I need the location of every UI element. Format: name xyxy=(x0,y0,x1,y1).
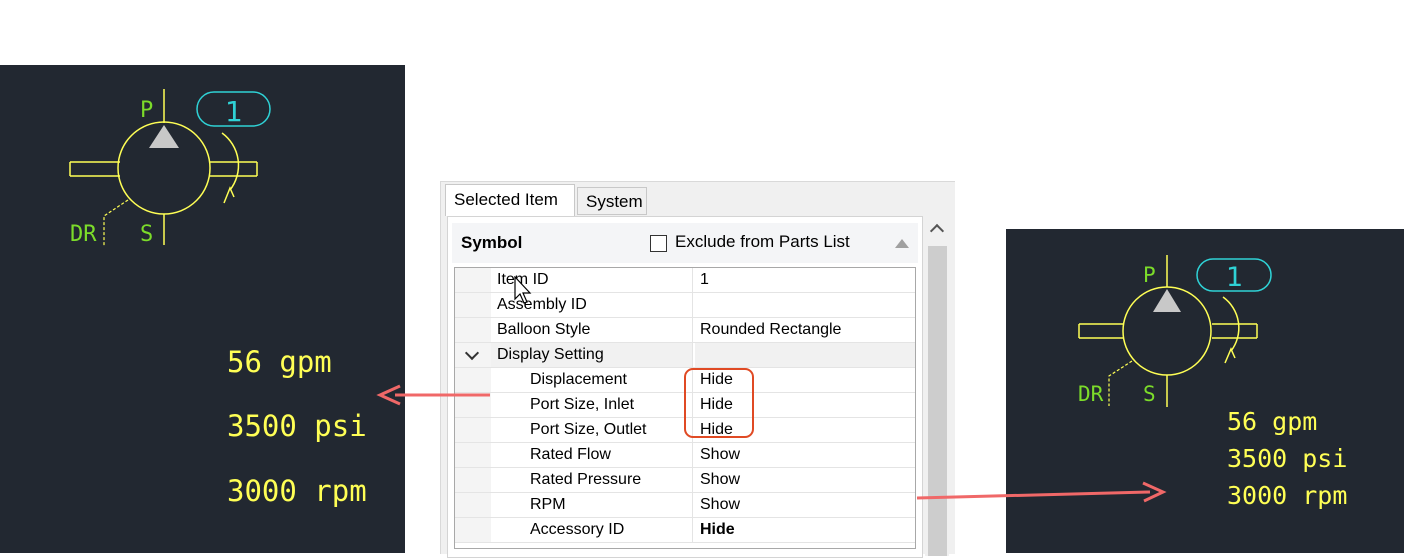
symbol-section-header: Symbol Exclude from Parts List xyxy=(452,223,918,263)
balloon-number: 1 xyxy=(1226,262,1243,293)
property-name: Rated Flow xyxy=(491,443,693,467)
property-row-rated-flow[interactable]: Rated Flow Show xyxy=(455,443,915,468)
pressure-text: 3500 psi xyxy=(1227,444,1348,473)
property-name: Accessory ID xyxy=(491,518,693,542)
property-row-rated-pressure[interactable]: Rated Pressure Show xyxy=(455,468,915,493)
mouse-cursor-icon xyxy=(514,276,532,304)
property-name: Port Size, Outlet xyxy=(491,418,693,442)
balloon-number: 1 xyxy=(225,95,243,128)
property-value[interactable]: Show xyxy=(695,493,915,517)
speed-text: 3000 rpm xyxy=(227,474,367,508)
port-p-label: P xyxy=(140,98,153,123)
port-s-label: S xyxy=(1143,382,1156,406)
category-name: Display Setting xyxy=(491,343,693,367)
section-title: Symbol xyxy=(461,233,523,252)
property-name: Balloon Style xyxy=(491,318,693,342)
property-name: Port Size, Inlet xyxy=(491,393,693,417)
property-value[interactable]: Hide xyxy=(695,518,915,542)
property-name: RPM xyxy=(491,493,693,517)
property-name: Rated Pressure xyxy=(491,468,693,492)
property-row-balloon-style[interactable]: Balloon Style Rounded Rectangle xyxy=(455,318,915,343)
scroll-thumb[interactable] xyxy=(928,246,947,556)
exclude-parts-label[interactable]: Exclude from Parts List xyxy=(675,232,850,252)
speed-text: 3000 rpm xyxy=(1227,481,1348,510)
chevron-down-icon[interactable] xyxy=(464,345,480,361)
tab-system[interactable]: System xyxy=(577,187,647,215)
flow-text: 56 gpm xyxy=(227,345,332,379)
property-value[interactable] xyxy=(695,293,915,317)
vertical-scrollbar[interactable] xyxy=(925,216,949,556)
cad-drawing-left: P DR S 1 56 gpm 3500 psi 3000 rpm xyxy=(0,65,405,553)
hidden-values-highlight xyxy=(684,368,754,438)
property-value xyxy=(695,343,915,367)
property-row-rpm[interactable]: RPM Show xyxy=(455,493,915,518)
property-value[interactable]: Rounded Rectangle xyxy=(695,318,915,342)
exclude-parts-checkbox[interactable] xyxy=(650,235,667,252)
property-name: Displacement xyxy=(491,368,693,392)
tab-selected-item[interactable]: Selected Item xyxy=(445,184,575,216)
pressure-text: 3500 psi xyxy=(227,409,367,443)
property-category-display-setting[interactable]: Display Setting xyxy=(455,343,915,368)
port-p-label: P xyxy=(1143,263,1156,287)
flow-text: 56 gpm xyxy=(1227,407,1318,436)
property-value[interactable]: Show xyxy=(695,443,915,467)
cad-drawing-right: P DR S 1 56 gpm 3500 psi 3000 rpm xyxy=(1006,229,1404,553)
scroll-up-icon[interactable] xyxy=(925,216,949,242)
property-row-accessory-id[interactable]: Accessory ID Hide xyxy=(455,518,915,543)
port-dr-label: DR xyxy=(1078,382,1104,406)
port-dr-label: DR xyxy=(70,222,97,247)
property-value[interactable]: Show xyxy=(695,468,915,492)
collapse-up-icon[interactable] xyxy=(895,239,909,248)
property-value[interactable]: 1 xyxy=(695,268,915,292)
port-s-label: S xyxy=(140,222,153,247)
